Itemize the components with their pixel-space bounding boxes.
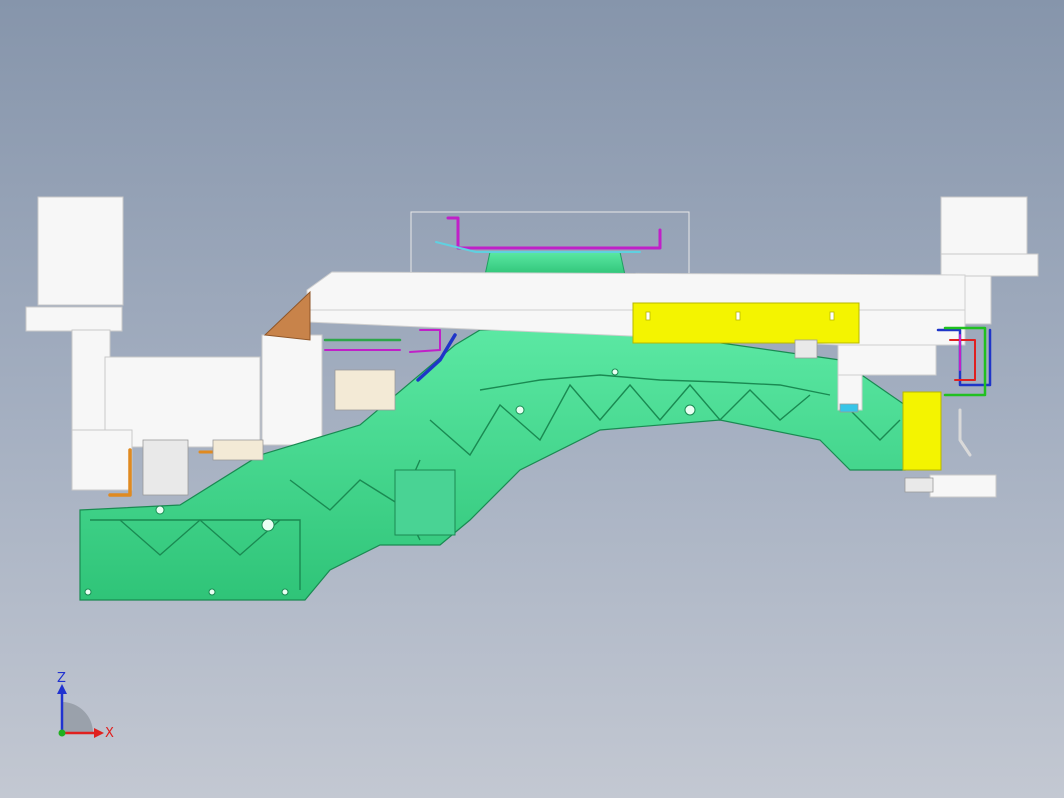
upper-green-block xyxy=(484,251,626,276)
x-axis-label: X xyxy=(105,726,114,741)
cad-viewport[interactable]: Z X xyxy=(0,0,1064,798)
yellow-plate-right xyxy=(902,391,942,471)
yellow-plate-top xyxy=(632,302,860,344)
cad-assembly-model[interactable] xyxy=(0,0,1064,798)
orange-wedge xyxy=(263,290,311,341)
coordinate-triad-icon: Z X xyxy=(57,671,114,741)
z-axis-label: Z xyxy=(57,671,66,686)
